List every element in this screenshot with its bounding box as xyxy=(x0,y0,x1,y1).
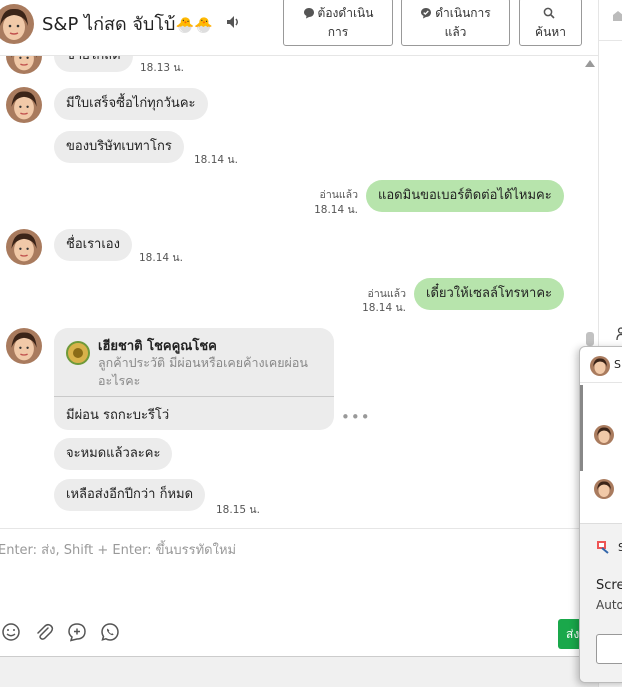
bottom-bar xyxy=(0,656,598,687)
speaker-icon[interactable] xyxy=(226,15,242,29)
chat-header: S&P ไก่สด จับโบ้🐣🐣 ต้องดำเนิน การ ดำเนิน… xyxy=(0,0,598,56)
card-name: เฮียชาติ โชคคูณโชค xyxy=(98,339,217,354)
card-divider xyxy=(54,396,334,397)
search-icon xyxy=(543,7,555,19)
scroll-up-arrow[interactable] xyxy=(585,60,595,67)
message-time: 18.13 น. xyxy=(140,62,184,74)
chat-title-text: S&P ไก่สด จับโบ้ xyxy=(42,14,176,35)
popup-subtitle: Auto xyxy=(596,598,622,612)
message-bubble: เหลือส่งอีกปีกว่า ก็หมด xyxy=(54,479,206,511)
message-list[interactable]: ขายไก่สด 18.13 น. มีใบเสร็จซื้อไก่ทุกวัน… xyxy=(0,56,586,528)
popup-avatar xyxy=(590,356,610,376)
business-logo xyxy=(66,341,90,365)
done-label-2: แล้ว xyxy=(444,25,467,39)
popup-lower-panel: S Scre Auto xyxy=(580,523,622,682)
chat-title: S&P ไก่สด จับโบ้🐣🐣 xyxy=(42,9,213,38)
add-bubble-icon[interactable] xyxy=(67,622,87,642)
message-time: 18.14 น. xyxy=(314,204,358,216)
emoji-icon[interactable] xyxy=(1,622,21,642)
card-message: มีผ่อน รถกะบะรีโว่ xyxy=(66,408,170,423)
message-time: 18.14 น. xyxy=(139,252,183,264)
message-input[interactable] xyxy=(0,539,558,609)
search-button[interactable]: ค้นหา xyxy=(519,0,582,46)
popup-app-name: S xyxy=(618,541,622,554)
popup-avatar xyxy=(594,479,614,499)
message-time: 18.15 น. xyxy=(216,504,260,516)
chat-avatar[interactable] xyxy=(0,4,34,44)
divider xyxy=(599,40,622,41)
popup-header: S xyxy=(580,347,622,383)
check-bubble-icon xyxy=(421,8,432,19)
sender-avatar[interactable] xyxy=(6,87,42,123)
popup-header-text: S xyxy=(614,358,621,371)
paperclip-icon[interactable] xyxy=(34,622,54,642)
message-bubble: ของบริษัทเบทาโกร xyxy=(54,131,184,163)
todo-label-1: ต้องดำเนิน xyxy=(317,6,374,20)
message-bubble: ชื่อเราเอง xyxy=(54,229,132,261)
whatsapp-icon[interactable] xyxy=(100,622,120,642)
popup-title: Scre xyxy=(596,578,622,593)
chat-bubble-icon xyxy=(303,8,314,19)
search-label: ค้นหา xyxy=(535,25,566,39)
chat-window: S&P ไก่สด จับโบ้🐣🐣 ต้องดำเนิน การ ดำเนิน… xyxy=(0,0,622,687)
message-bubble-out: แอดมินขอเบอร์ติดต่อได้ไหมคะ xyxy=(366,180,564,212)
message-bubble: ขายไก่สด xyxy=(54,56,133,72)
popup-button[interactable] xyxy=(596,634,622,664)
message-composer: ส่ง xyxy=(0,528,598,656)
todo-label-2: การ xyxy=(327,25,349,39)
sender-avatar[interactable] xyxy=(6,56,42,74)
message-bubble: จะหมดแล้วละคะ xyxy=(54,438,173,470)
sender-avatar[interactable] xyxy=(6,229,42,265)
done-button[interactable]: ดำเนินการ แล้ว xyxy=(401,0,510,46)
todo-button[interactable]: ต้องดำเนิน การ xyxy=(283,0,393,46)
more-options-icon[interactable]: ••• xyxy=(341,408,371,426)
message-bubble-out: เดี๋ยวให้เซลล์โทรหาคะ xyxy=(414,278,565,310)
message-time: 18.14 น. xyxy=(362,302,406,314)
notification-popup[interactable]: S S Scre Auto xyxy=(579,346,622,683)
person-icon[interactable] xyxy=(616,327,622,341)
done-label-1: ดำเนินการ xyxy=(435,6,491,20)
scrollbar-thumb[interactable] xyxy=(586,332,594,346)
message-bubble: มีใบเสร็จซื้อไก่ทุกวันคะ xyxy=(54,88,208,120)
chick-emoji: 🐣🐣 xyxy=(175,16,213,34)
popup-avatar xyxy=(594,425,614,445)
card-subtitle: ลูกค้าประวัติ มีผ่อนหรือเคยค้างเคยผ่อนอะ… xyxy=(98,355,308,388)
sender-avatar[interactable] xyxy=(6,328,42,364)
screenshot-tool-icon xyxy=(597,541,609,554)
reply-card[interactable]: เฮียชาติ โชคคูณโชค ลูกค้าประวัติ มีผ่อนห… xyxy=(54,328,334,430)
popup-scrollbar[interactable] xyxy=(580,385,583,471)
message-time: 18.14 น. xyxy=(194,154,238,166)
home-icon[interactable] xyxy=(613,10,622,22)
